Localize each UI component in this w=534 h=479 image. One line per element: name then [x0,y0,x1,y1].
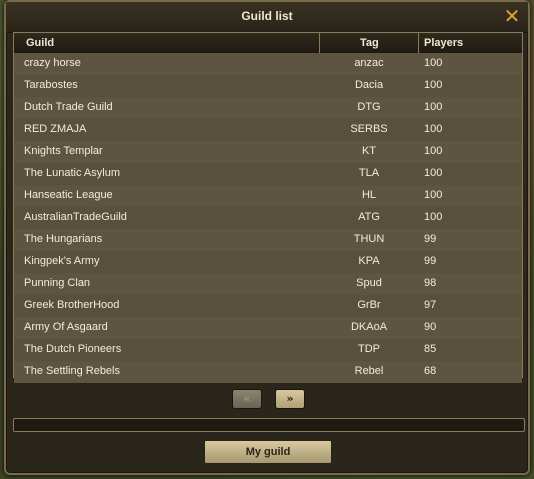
player-count-cell: 100 [424,57,443,69]
table-header: Guild Tag Players [14,33,522,54]
guild-name-cell: The Hungarians [24,233,103,245]
table-row[interactable]: The Dutch Pioneers TDP 85 [14,339,522,361]
guild-name-cell: The Settling Rebels [24,365,120,377]
next-page-button[interactable]: » [275,389,305,409]
guild-name-cell: The Dutch Pioneers [24,343,122,355]
guild-tag-cell: anzac [354,57,384,69]
column-divider [319,33,320,53]
table-row[interactable]: The Lunatic Asylum TLA 100 [14,163,522,185]
guild-name-cell: The Lunatic Asylum [24,167,120,179]
player-count-cell: 90 [424,321,437,333]
guild-tag-cell: KT [361,145,377,157]
guild-name-cell: RED ZMAJA [24,123,87,135]
player-count-cell: 100 [424,79,443,91]
previous-page-button[interactable]: « [232,389,262,409]
guild-list-window: Guild list ✕ Guild Tag Players crazy hor… [4,0,530,475]
guild-tag-cell: SERBS [350,123,388,135]
table-row[interactable]: Dutch Trade Guild DTG 100 [14,97,522,119]
guild-name-cell: AustralianTradeGuild [24,211,127,223]
table-body: crazy horse anzac 100 Tarabostes Dacia 100 Dut… [14,53,522,383]
column-divider [418,33,419,53]
guild-tag-cell: HL [361,189,377,201]
title-bar: Guild list ✕ [6,2,528,33]
guild-tag-cell: Dacia [354,79,384,91]
guild-name-cell: Greek BrotherHood [24,299,120,311]
player-count-cell: 100 [424,211,443,223]
player-count-cell: 68 [424,365,437,377]
guild-search-input[interactable] [13,418,525,432]
guild-name-cell: Tarabostes [24,79,78,91]
guild-name-cell: Army Of Asgaard [24,321,108,333]
table-row[interactable]: crazy horse anzac 100 [14,53,522,75]
guild-name-cell: Knights Templar [24,145,103,157]
guild-name-cell: crazy horse [24,57,81,69]
table-row[interactable]: RED ZMAJA SERBS 100 [14,119,522,141]
table-row[interactable]: Greek BrotherHood GrBr 97 [14,295,522,317]
column-header-tag[interactable]: Tag [360,37,379,49]
guild-tag-cell: DKAoA [350,321,388,333]
player-count-cell: 85 [424,343,437,355]
table-row[interactable]: Punning Clan Spud 98 [14,273,522,295]
player-count-cell: 99 [424,255,437,267]
player-count-cell: 100 [424,123,443,135]
guild-tag-cell: GrBr [357,299,381,311]
player-count-cell: 100 [424,145,443,157]
player-count-cell: 100 [424,101,443,113]
table-row[interactable]: The Hungarians THUN 99 [14,229,522,251]
player-count-cell: 100 [424,189,443,201]
guild-tag-cell: Spud [356,277,382,289]
guild-name-cell: Hanseatic League [24,189,113,201]
guild-name-cell: Punning Clan [24,277,91,289]
table-row[interactable]: Kingpek's Army KPA 99 [14,251,522,273]
player-count-cell: 99 [424,233,437,245]
window-title: Guild list [241,9,293,23]
table-row[interactable]: AustralianTradeGuild ATG 100 [14,207,522,229]
my-guild-button[interactable]: My guild [203,439,333,465]
guild-tag-cell: KPA [358,255,380,267]
guild-name-cell: Kingpek's Army [24,255,100,267]
guild-tag-cell: TDP [358,343,380,355]
table-row[interactable]: Tarabostes Dacia 100 [14,75,522,97]
table-row[interactable]: Army Of Asgaard DKAoA 90 [14,317,522,339]
table-row[interactable]: Knights Templar KT 100 [14,141,522,163]
guild-name-cell: Dutch Trade Guild [24,101,113,113]
guild-tag-cell: ATG [358,211,380,223]
player-count-cell: 97 [424,299,437,311]
player-count-cell: 98 [424,277,437,289]
close-icon[interactable]: ✕ [502,6,522,26]
guild-tag-cell: Rebel [354,365,384,377]
guild-tag-cell: THUN [353,233,385,245]
column-header-guild[interactable]: Guild [26,37,54,49]
column-header-players[interactable]: Players [424,37,463,49]
table-row[interactable]: The Settling Rebels Rebel 68 [14,361,522,383]
guild-tag-cell: TLA [358,167,380,179]
table-row[interactable]: Hanseatic League HL 100 [14,185,522,207]
guild-tag-cell: DTG [357,101,381,113]
player-count-cell: 100 [424,167,443,179]
guild-table: Guild Tag Players crazy horse anzac 100 Tar… [13,32,523,383]
